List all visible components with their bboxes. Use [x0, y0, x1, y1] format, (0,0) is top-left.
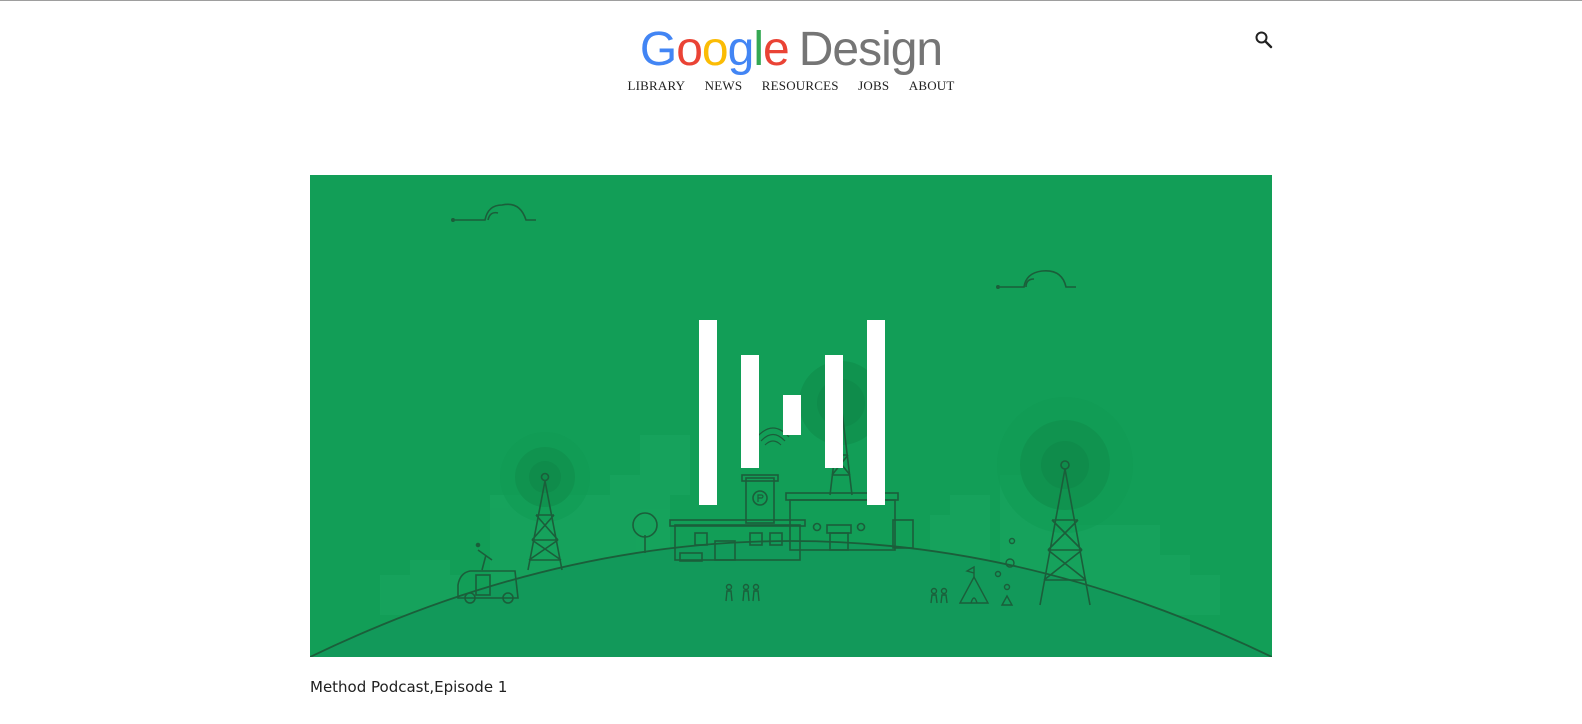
- clouds: [451, 203, 1076, 290]
- search-button[interactable]: [1252, 28, 1276, 52]
- logo-letter: o: [676, 23, 703, 76]
- logo-letter: e: [763, 23, 790, 76]
- site-header: Google Design LIBRARY NEWS RESOURCES JOBS…: [0, 0, 1582, 110]
- logo-letter: l: [753, 23, 764, 76]
- nav-item-resources[interactable]: RESOURCES: [762, 78, 839, 94]
- google-design-logo[interactable]: Google Design: [0, 22, 1582, 78]
- hero-image[interactable]: [310, 175, 1272, 657]
- logo-design-word: Design: [798, 23, 943, 76]
- nav-item-about[interactable]: ABOUT: [909, 78, 955, 94]
- nav-item-library[interactable]: LIBRARY: [627, 78, 685, 94]
- logo-letter: o: [701, 23, 729, 76]
- nav-item-jobs[interactable]: JOBS: [858, 78, 889, 94]
- main-nav: LIBRARY NEWS RESOURCES JOBS ABOUT: [0, 78, 1582, 94]
- podcast-illustration: [310, 203, 1272, 657]
- episode-caption[interactable]: Method Podcast,Episode 1: [310, 678, 507, 696]
- logo-letter: G: [639, 23, 677, 76]
- logo-letter: g: [727, 23, 755, 76]
- search-icon: [1255, 31, 1273, 49]
- nav-item-news[interactable]: NEWS: [705, 78, 743, 94]
